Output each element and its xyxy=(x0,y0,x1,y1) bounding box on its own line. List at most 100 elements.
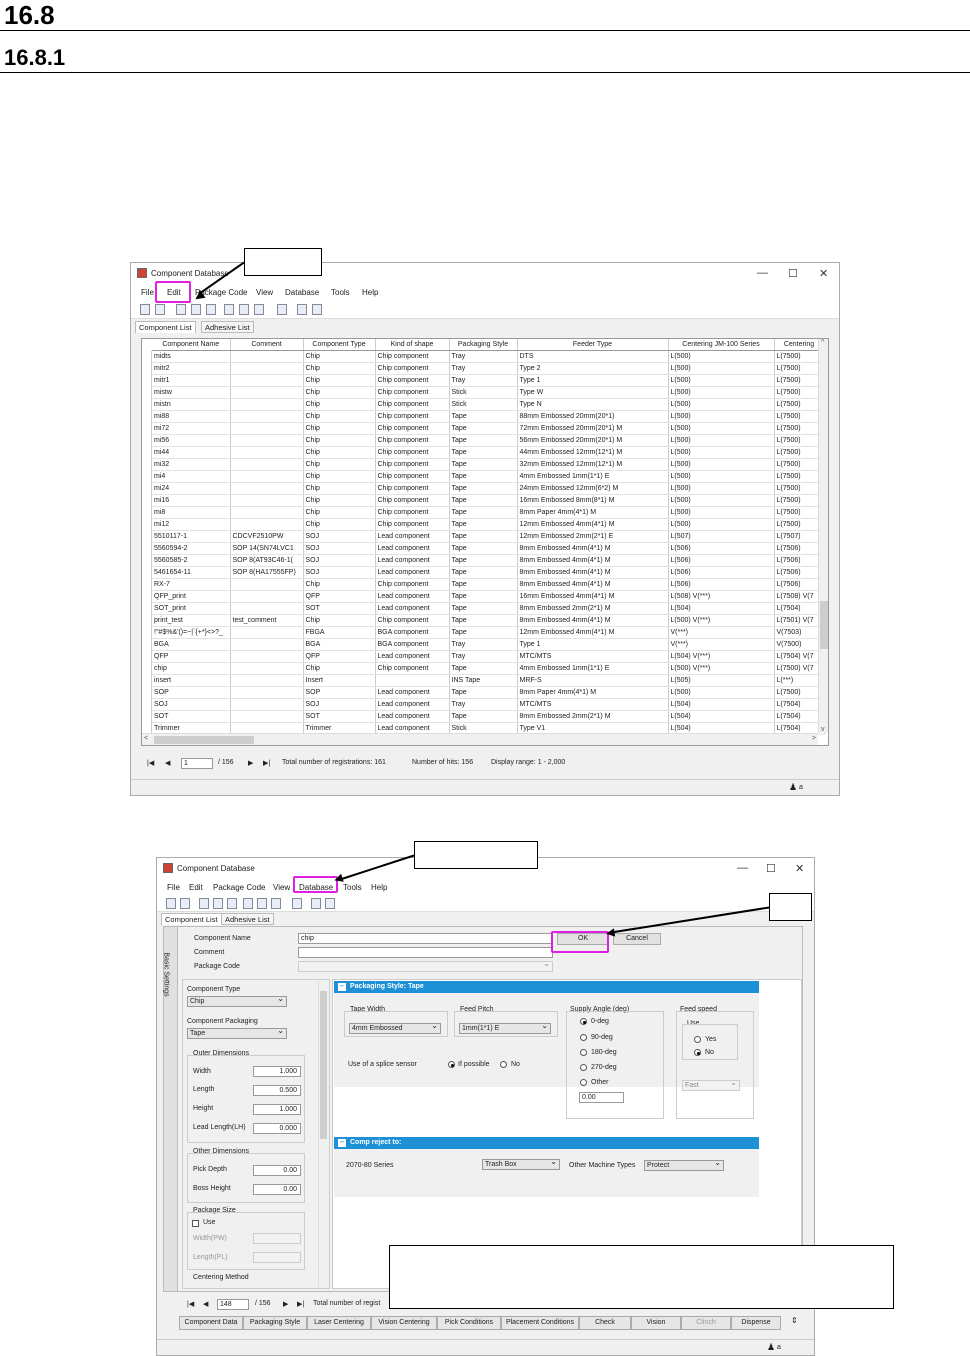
table-row[interactable]: mi56 Chip Chip component Tape 56mm Embossed … xyxy=(152,434,825,448)
component-packaging-select[interactable]: Tape xyxy=(187,1026,287,1039)
tab-adhesive-list-2[interactable]: Adhesive List xyxy=(221,913,274,925)
close-icon-2[interactable]: ✕ xyxy=(795,862,804,875)
feed-yes-radio[interactable] xyxy=(694,1036,701,1043)
column-header[interactable]: Component Name xyxy=(152,339,231,352)
angle-180-radio[interactable] xyxy=(580,1049,587,1056)
horizontal-scroll-thumb[interactable] xyxy=(154,736,254,744)
table-row[interactable]: midts Chip Chip component Tray DTS L(500) L(75… xyxy=(152,350,825,364)
new-icon-2[interactable] xyxy=(166,898,176,909)
page-input-2[interactable]: 148 xyxy=(217,1299,249,1310)
tab-pick-conditions[interactable]: Pick Conditions xyxy=(437,1316,501,1330)
table-row[interactable]: QFP QFP Lead component Tray MTC/MTS L(504) V(… xyxy=(152,650,825,664)
protect-select[interactable]: Protect xyxy=(644,1158,724,1171)
import-icon-2[interactable] xyxy=(292,898,302,909)
column-header[interactable]: Centering JM-100 Series xyxy=(668,339,775,352)
undo-icon[interactable] xyxy=(176,304,186,315)
table-row[interactable]: mi72 Chip Chip component Tape 72mm Embossed … xyxy=(152,422,825,436)
tab-scroll-icon[interactable]: ⇕ xyxy=(791,1316,798,1325)
page-input[interactable]: 1 xyxy=(181,758,213,769)
menu-help-2[interactable]: Help xyxy=(371,883,387,892)
package-code-select[interactable] xyxy=(298,959,553,972)
scroll-up-icon[interactable]: ^ xyxy=(821,339,824,346)
table-row[interactable]: BGA BGA BGA component Tray Type 1 V(***) V(750… xyxy=(152,638,825,652)
pick-depth-input[interactable]: 0.00 xyxy=(253,1165,301,1176)
tab-vision[interactable]: Vision xyxy=(631,1316,681,1330)
table-row[interactable]: SOP SOP Lead component Tape 8mm Paper 4mm(4*… xyxy=(152,686,825,700)
height-input[interactable]: 1.000 xyxy=(253,1104,301,1115)
table-row[interactable]: 5560585-2 SOP 8(AT93C46-1(SOJ Lead compone… xyxy=(152,554,825,568)
table-row[interactable]: mi24 Chip Chip component Tape 24mm Embossed … xyxy=(152,482,825,496)
feed-no-radio[interactable] xyxy=(694,1049,701,1056)
minimize-icon[interactable]: — xyxy=(757,267,768,279)
table-row[interactable]: mi12 Chip Chip component Tape 12mm Embossed … xyxy=(152,518,825,532)
lead-length-input[interactable]: 0.000 xyxy=(253,1123,301,1134)
table-row[interactable]: 5510117-1 CDCVF2510PW SOJ Lead component Tap… xyxy=(152,530,825,544)
tab-component-list[interactable]: Component List xyxy=(135,321,196,333)
tab-check[interactable]: Check xyxy=(579,1316,631,1330)
menu-view-2[interactable]: View xyxy=(273,883,290,892)
table-row[interactable]: SOJ SOJ Lead component Tray MTC/MTS L(504) L(7… xyxy=(152,698,825,712)
collapse-icon-2[interactable]: – xyxy=(338,1139,346,1147)
print-icon-2[interactable] xyxy=(180,898,190,909)
prev-page-icon[interactable]: ◀ xyxy=(165,759,170,767)
find-next-icon-2[interactable] xyxy=(271,898,281,909)
table-row[interactable]: mi8 Chip Chip component Tape 8mm Paper 4mm(4… xyxy=(152,506,825,520)
table-row[interactable]: !"#$%&'()=~|`{+*}<>?_ FBGA BGA component Ta… xyxy=(152,626,825,640)
tab-component-data[interactable]: Component Data xyxy=(179,1316,243,1330)
tab-laser-centering[interactable]: Laser Centering xyxy=(307,1316,371,1330)
table-row[interactable]: RX-7 Chip Chip component Tape 8mm Embossed 4… xyxy=(152,578,825,592)
import-icon[interactable] xyxy=(277,304,287,315)
left-column-scrollbar[interactable] xyxy=(318,981,327,1287)
column-header[interactable]: Packaging Style xyxy=(449,339,518,352)
menu-file[interactable]: File xyxy=(141,288,154,297)
angle-90-radio[interactable] xyxy=(580,1034,587,1041)
table-row[interactable]: SOT SOT Lead component Tape 8mm Embossed 2mm… xyxy=(152,710,825,724)
prev-page-icon-2[interactable]: ◀ xyxy=(203,1300,208,1308)
feed-speed-select[interactable]: Fast xyxy=(682,1078,740,1091)
refresh-icon-2[interactable] xyxy=(325,898,335,909)
last-page-icon-2[interactable]: ▶| xyxy=(297,1300,304,1308)
new-icon[interactable] xyxy=(140,304,150,315)
component-name-input[interactable]: chip xyxy=(298,933,553,944)
boss-height-input[interactable]: 0.00 xyxy=(253,1184,301,1195)
menu-edit-2[interactable]: Edit xyxy=(189,883,203,892)
undo-icon-2[interactable] xyxy=(199,898,209,909)
delete-icon-2[interactable] xyxy=(243,898,253,909)
angle-270-radio[interactable] xyxy=(580,1064,587,1071)
table-row[interactable]: mi88 Chip Chip component Tape 88mm Embossed … xyxy=(152,410,825,424)
column-header[interactable]: Centering xyxy=(774,339,825,352)
table-row[interactable]: mistw Chip Chip component Stick Type W L(500)… xyxy=(152,386,825,400)
splice-if-possible-radio[interactable] xyxy=(448,1061,455,1068)
component-type-select[interactable]: Chip xyxy=(187,994,287,1007)
splice-no-radio[interactable] xyxy=(500,1061,507,1068)
first-page-icon-2[interactable]: |◀ xyxy=(187,1300,194,1308)
menu-tools-2[interactable]: Tools xyxy=(343,883,362,892)
table-row[interactable]: 5461654-11 SOP 8(HA17555FP) SOJ Lead compon… xyxy=(152,566,825,580)
tab-dispense[interactable]: Dispense xyxy=(731,1316,781,1330)
table-row[interactable]: mi32 Chip Chip component Tape 32mm Embossed … xyxy=(152,458,825,472)
table-row[interactable]: mitr2 Chip Chip component Tray Type 2 L(500) L… xyxy=(152,362,825,376)
table-row[interactable]: chip Chip Chip component Tape 4mm Embossed 1… xyxy=(152,662,825,676)
column-header[interactable]: Comment xyxy=(230,339,304,352)
column-header[interactable]: Component Type xyxy=(303,339,376,352)
tab-vision-centering[interactable]: Vision Centering xyxy=(371,1316,437,1330)
find-icon-2[interactable] xyxy=(257,898,267,909)
tab-component-list-2[interactable]: Component List xyxy=(161,913,222,925)
table-row[interactable]: SOT_print SOT Lead component Tape 8mm Emboss… xyxy=(152,602,825,616)
table-row[interactable]: insert Insert INS Tape MRF-S L(505) L(***) xyxy=(152,674,825,688)
angle-other-radio[interactable] xyxy=(580,1079,587,1086)
close-icon[interactable]: ✕ xyxy=(819,267,828,280)
tab-adhesive-list[interactable]: Adhesive List xyxy=(201,321,254,333)
table-row[interactable]: mi16 Chip Chip component Tape 16mm Embossed … xyxy=(152,494,825,508)
minimize-icon-2[interactable]: — xyxy=(737,862,748,874)
scroll-right-icon[interactable]: > xyxy=(812,735,816,742)
vertical-scroll-thumb[interactable] xyxy=(820,601,828,649)
menu-package-code-2[interactable]: Package Code xyxy=(213,883,265,892)
table-row[interactable]: print_test test_comment Chip Chip component… xyxy=(152,614,825,628)
table-row[interactable]: QFP_print QFP Lead component Tape 16mm Embos… xyxy=(152,590,825,604)
table-row[interactable]: mistn Chip Chip component Stick Type N L(500)… xyxy=(152,398,825,412)
table-row[interactable]: mitr1 Chip Chip component Tray Type 1 L(500) L… xyxy=(152,374,825,388)
tab-packaging-style[interactable]: Packaging Style xyxy=(243,1316,307,1330)
print-icon[interactable] xyxy=(155,304,165,315)
menu-database[interactable]: Database xyxy=(285,288,319,297)
